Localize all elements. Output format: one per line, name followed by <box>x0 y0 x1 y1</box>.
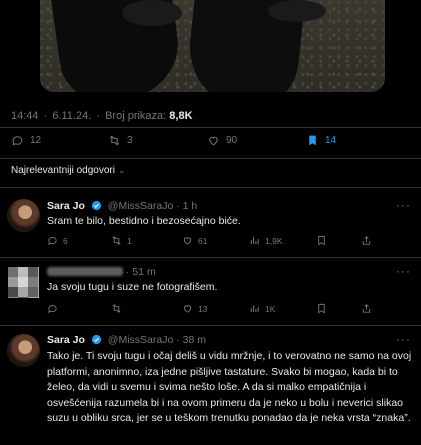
reply-time[interactable]: 1 h <box>183 200 198 212</box>
avatar[interactable] <box>7 199 40 232</box>
more-options-icon[interactable]: ··· <box>396 264 411 278</box>
replies-sort-dropdown[interactable]: Najrelevantniji odgovori ⌄ <box>11 165 126 176</box>
share-icon <box>362 304 371 313</box>
share-icon <box>362 236 371 245</box>
views-count: 1K <box>265 303 276 314</box>
share-button[interactable] <box>361 235 372 246</box>
views-count[interactable]: 8,8K <box>169 110 192 122</box>
reply-item[interactable]: Sara Jo @MissSaraJo · 38 m ··· Tako je. … <box>0 330 421 445</box>
like-button[interactable]: 61 <box>182 235 207 246</box>
divider <box>0 127 421 128</box>
bookmark-button[interactable] <box>316 235 327 246</box>
like-count: 61 <box>198 235 208 246</box>
views-count: 1,9K <box>265 235 283 246</box>
reply-header: Sara Jo @MissSaraJo · 1 h <box>47 200 198 212</box>
author-name[interactable]: Sara Jo <box>47 200 85 212</box>
right-shoe <box>268 0 326 22</box>
divider <box>0 187 421 188</box>
bookmark-icon <box>309 135 316 146</box>
like-button[interactable]: 90 <box>207 134 237 147</box>
heart-icon <box>183 237 192 245</box>
bookmark-icon <box>318 235 325 246</box>
reply-item[interactable]: · 51 m ··· Ja svoju tugu i suze ne fotog… <box>0 262 421 322</box>
verified-badge-icon <box>91 334 101 345</box>
repost-icon <box>109 135 120 146</box>
like-button[interactable]: 13 <box>182 303 207 314</box>
repost-button[interactable]: 1 <box>111 235 132 246</box>
post-metadata: 14:44 · 6.11.24. · Broj prikaza: 8,8K <box>11 110 193 122</box>
reply-header: · 51 m <box>47 266 156 278</box>
reply-count: 12 <box>30 135 42 146</box>
author-handle[interactable]: @MissSaraJo <box>108 200 174 212</box>
reply-item[interactable]: Sara Jo @MissSaraJo · 1 h ··· Sram te bi… <box>0 195 421 255</box>
reply-button[interactable]: 6 <box>47 235 68 246</box>
reply-text: Tako je. Ti svoju tugu i očaj deliš u vi… <box>47 350 412 424</box>
avatar[interactable] <box>7 334 40 367</box>
sort-label: Najrelevantniji odgovori <box>11 165 115 176</box>
blurred-author-name <box>47 267 123 276</box>
bookmark-icon <box>318 303 325 314</box>
reply-time[interactable]: 51 m <box>132 266 155 278</box>
views-button[interactable]: 1K <box>249 303 275 314</box>
reply-icon <box>48 236 57 245</box>
views-chart-icon <box>250 237 259 245</box>
reply-button[interactable] <box>47 303 58 314</box>
post-action-bar: 12 3 90 14 <box>0 134 421 152</box>
post-date[interactable]: 6.11.24. <box>52 110 91 122</box>
repost-icon <box>112 236 121 245</box>
bookmark-count: 14 <box>325 135 337 146</box>
reply-header: Sara Jo @MissSaraJo · 38 m <box>47 334 206 346</box>
post-media-image[interactable] <box>40 0 385 92</box>
chevron-down-icon: ⌄ <box>117 165 126 175</box>
reply-time[interactable]: 38 m <box>183 334 206 346</box>
left-shoe <box>122 0 182 26</box>
like-count: 90 <box>226 135 238 146</box>
bookmark-button[interactable] <box>316 303 327 314</box>
repost-icon <box>112 304 121 313</box>
reply-text: Sram te bilo, bestidno i bezosećajno bić… <box>47 215 241 227</box>
reply-text: Ja svoju tugu i suze ne fotografišem. <box>47 281 218 293</box>
divider <box>0 257 421 258</box>
heart-icon <box>183 305 192 313</box>
bookmark-button[interactable]: 14 <box>306 134 336 147</box>
divider <box>0 158 421 159</box>
repost-count: 1 <box>127 235 132 246</box>
repost-button[interactable] <box>111 303 122 314</box>
reply-icon <box>12 136 23 146</box>
repost-count: 3 <box>127 135 133 146</box>
views-button[interactable]: 1,9K <box>249 235 283 246</box>
like-count: 13 <box>198 303 208 314</box>
reply-action-bar: 6 1 61 1,9K <box>47 235 417 249</box>
repost-button[interactable]: 3 <box>108 134 133 147</box>
heart-icon <box>209 136 218 146</box>
author-handle[interactable]: @MissSaraJo <box>108 334 174 346</box>
post-time: 14:44 <box>11 110 39 122</box>
verified-badge-icon <box>91 200 101 211</box>
more-options-icon[interactable]: ··· <box>396 332 411 346</box>
divider <box>0 325 421 326</box>
share-button[interactable] <box>361 303 372 314</box>
views-label: Broj prikaza: <box>105 110 167 122</box>
author-name[interactable]: Sara Jo <box>47 334 85 346</box>
pixelated-avatar[interactable] <box>8 267 39 298</box>
reply-icon <box>48 304 57 313</box>
views-chart-icon <box>250 305 259 313</box>
more-options-icon[interactable]: ··· <box>396 198 411 212</box>
reply-button[interactable]: 12 <box>11 134 41 147</box>
reply-count: 6 <box>63 235 68 246</box>
reply-action-bar: 13 1K <box>47 303 417 317</box>
